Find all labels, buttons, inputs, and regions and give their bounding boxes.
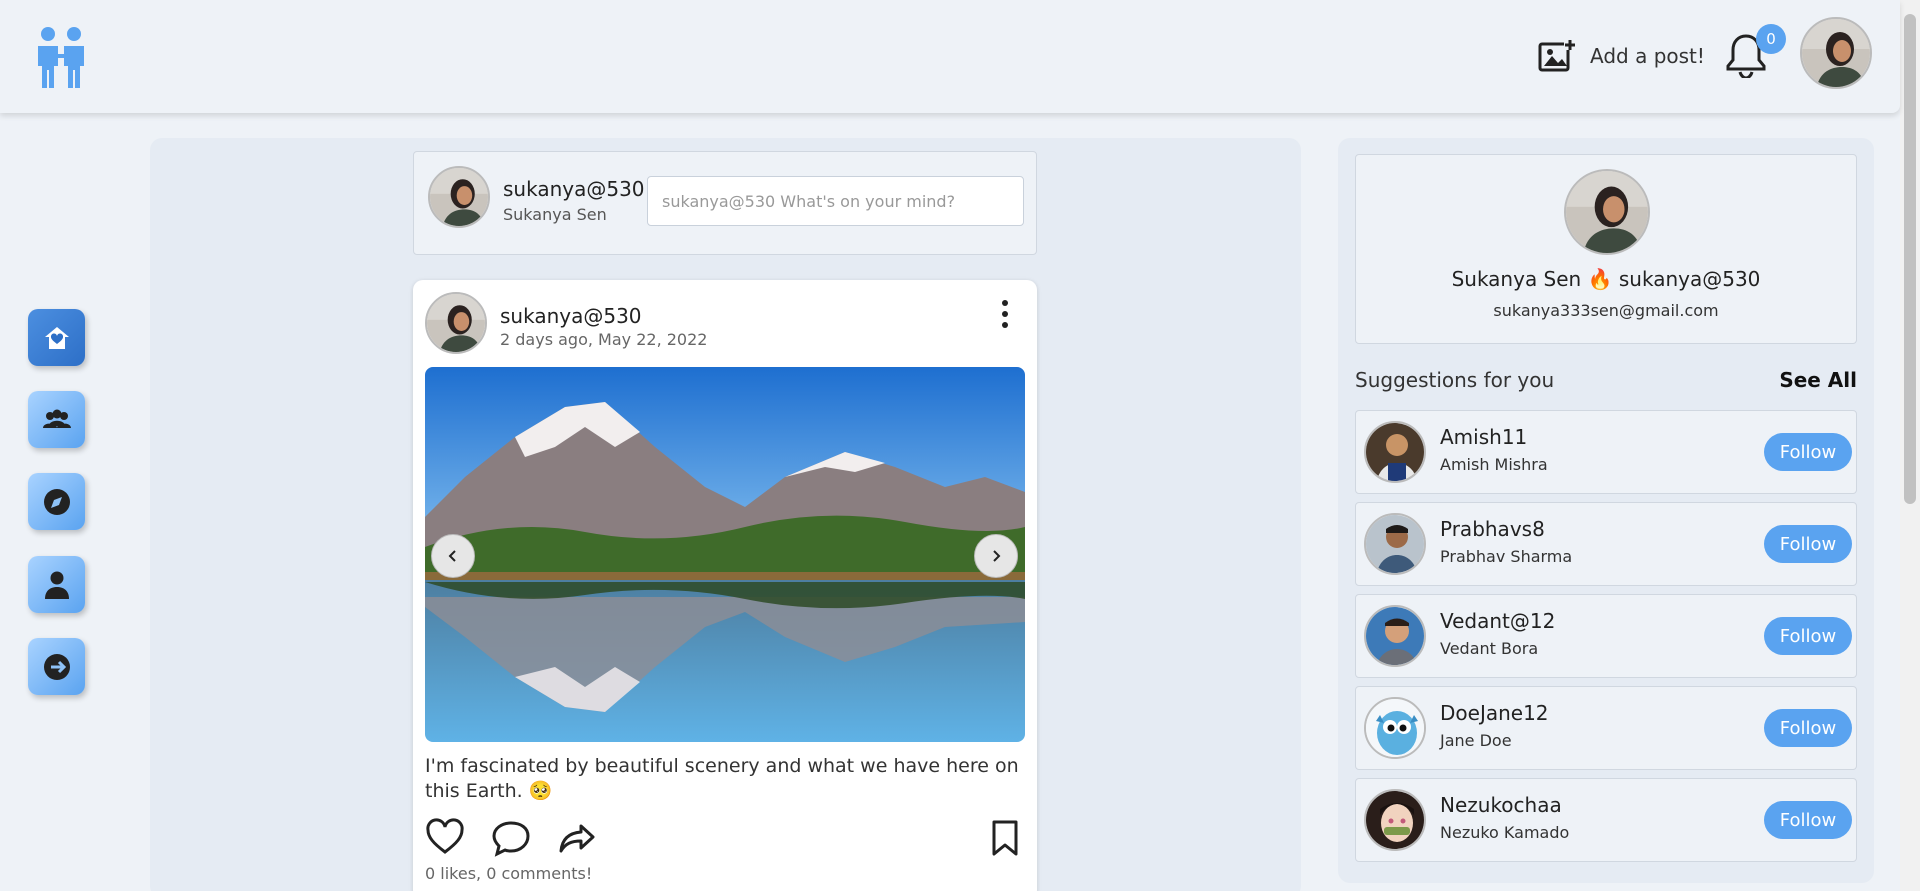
suggestion-item: Amish11 Amish Mishra Follow bbox=[1355, 410, 1857, 494]
post-caption: I'm fascinated by beautiful scenery and … bbox=[425, 755, 1019, 802]
post-author-username[interactable]: sukanya@530 bbox=[500, 304, 642, 328]
suggestion-full-name: Vedant Bora bbox=[1440, 639, 1539, 658]
like-heart-icon[interactable] bbox=[425, 818, 465, 858]
share-icon[interactable] bbox=[557, 818, 597, 858]
logout-icon bbox=[43, 653, 70, 680]
page-scrollbar[interactable] bbox=[1900, 0, 1920, 891]
people-logo-icon[interactable] bbox=[34, 24, 90, 88]
suggestion-full-name: Jane Doe bbox=[1440, 731, 1512, 750]
suggestion-username[interactable]: Vedant@12 bbox=[1440, 609, 1555, 633]
profile-full-name: Sukanya Sen bbox=[1451, 267, 1582, 291]
follow-button[interactable]: Follow bbox=[1764, 617, 1852, 655]
suggestion-full-name: Amish Mishra bbox=[1440, 455, 1548, 474]
post-card: sukanya@530 2 days ago, May 22, 2022 I'm… bbox=[413, 280, 1037, 891]
suggestion-item: Prabhavs8 Prabhav Sharma Follow bbox=[1355, 502, 1857, 586]
suggestion-username[interactable]: Amish11 bbox=[1440, 425, 1527, 449]
profile-card: Sukanya Sen 🔥 sukanya@530 sukanya333sen@… bbox=[1355, 154, 1857, 344]
suggestion-full-name: Nezuko Kamado bbox=[1440, 823, 1570, 842]
fire-icon: 🔥 bbox=[1587, 267, 1613, 291]
suggestion-item: Nezukochaa Nezuko Kamado Follow bbox=[1355, 778, 1857, 862]
profile-username: sukanya@530 bbox=[1618, 267, 1761, 291]
top-header: Add a post! 0 bbox=[0, 0, 1900, 113]
see-all-link[interactable]: See All bbox=[1779, 368, 1857, 392]
header-avatar[interactable] bbox=[1800, 17, 1872, 89]
whats-on-your-mind-input[interactable] bbox=[647, 176, 1024, 226]
scrollbar-thumb[interactable] bbox=[1904, 14, 1916, 504]
composer-avatar bbox=[428, 166, 490, 228]
suggestion-item: Vedant@12 Vedant Bora Follow bbox=[1355, 594, 1857, 678]
nav-people-button[interactable] bbox=[28, 391, 85, 448]
chevron-left-icon bbox=[448, 550, 456, 562]
nav-home-button[interactable] bbox=[28, 309, 85, 366]
compass-icon bbox=[43, 488, 70, 515]
composer-username: sukanya@530 bbox=[503, 177, 645, 201]
carousel-prev-button[interactable] bbox=[431, 534, 475, 578]
follow-button[interactable]: Follow bbox=[1764, 433, 1852, 471]
suggestions-title: Suggestions for you bbox=[1355, 368, 1555, 392]
suggestion-avatar[interactable] bbox=[1364, 697, 1426, 759]
people-icon bbox=[42, 409, 71, 428]
post-stats: 0 likes, 0 comments! bbox=[425, 864, 593, 883]
post-menu-icon[interactable] bbox=[993, 296, 1017, 332]
chevron-right-icon bbox=[993, 550, 1001, 562]
suggestion-username[interactable]: Nezukochaa bbox=[1440, 793, 1562, 817]
nav-profile-button[interactable] bbox=[28, 556, 85, 613]
add-post-button[interactable]: Add a post! bbox=[1538, 38, 1705, 74]
carousel-next-button[interactable] bbox=[974, 534, 1018, 578]
suggestion-full-name: Prabhav Sharma bbox=[1440, 547, 1573, 566]
post-actions bbox=[425, 818, 1025, 858]
follow-button[interactable]: Follow bbox=[1764, 801, 1852, 839]
user-icon bbox=[44, 571, 69, 599]
suggestion-avatar[interactable] bbox=[1364, 513, 1426, 575]
home-icon bbox=[44, 326, 69, 349]
add-image-icon bbox=[1538, 38, 1576, 72]
composer-full-name: Sukanya Sen bbox=[503, 205, 607, 224]
suggestion-avatar[interactable] bbox=[1364, 789, 1426, 851]
post-date: 2 days ago, May 22, 2022 bbox=[500, 330, 708, 349]
profile-email: sukanya333sen@gmail.com bbox=[1493, 301, 1719, 320]
bookmark-icon[interactable] bbox=[985, 818, 1025, 858]
suggestion-username[interactable]: Prabhavs8 bbox=[1440, 517, 1545, 541]
post-author-avatar[interactable] bbox=[425, 292, 487, 354]
suggestion-avatar[interactable] bbox=[1364, 421, 1426, 483]
post-composer: sukanya@530 Sukanya Sen bbox=[413, 151, 1037, 255]
suggestion-item: DoeJane12 Jane Doe Follow bbox=[1355, 686, 1857, 770]
add-post-label: Add a post! bbox=[1590, 44, 1705, 68]
follow-button[interactable]: Follow bbox=[1764, 525, 1852, 563]
right-sidebar: Sukanya Sen 🔥 sukanya@530 sukanya333sen@… bbox=[1338, 138, 1874, 883]
follow-button[interactable]: Follow bbox=[1764, 709, 1852, 747]
suggestion-username[interactable]: DoeJane12 bbox=[1440, 701, 1549, 725]
left-sidebar bbox=[0, 113, 113, 891]
suggestion-avatar[interactable] bbox=[1364, 605, 1426, 667]
nav-explore-button[interactable] bbox=[28, 473, 85, 530]
nav-logout-button[interactable] bbox=[28, 638, 85, 695]
profile-name-line: Sukanya Sen 🔥 sukanya@530 bbox=[1356, 267, 1856, 291]
notification-badge: 0 bbox=[1756, 24, 1786, 54]
post-image bbox=[425, 367, 1025, 742]
comment-icon[interactable] bbox=[491, 818, 531, 858]
profile-avatar[interactable] bbox=[1564, 169, 1650, 255]
